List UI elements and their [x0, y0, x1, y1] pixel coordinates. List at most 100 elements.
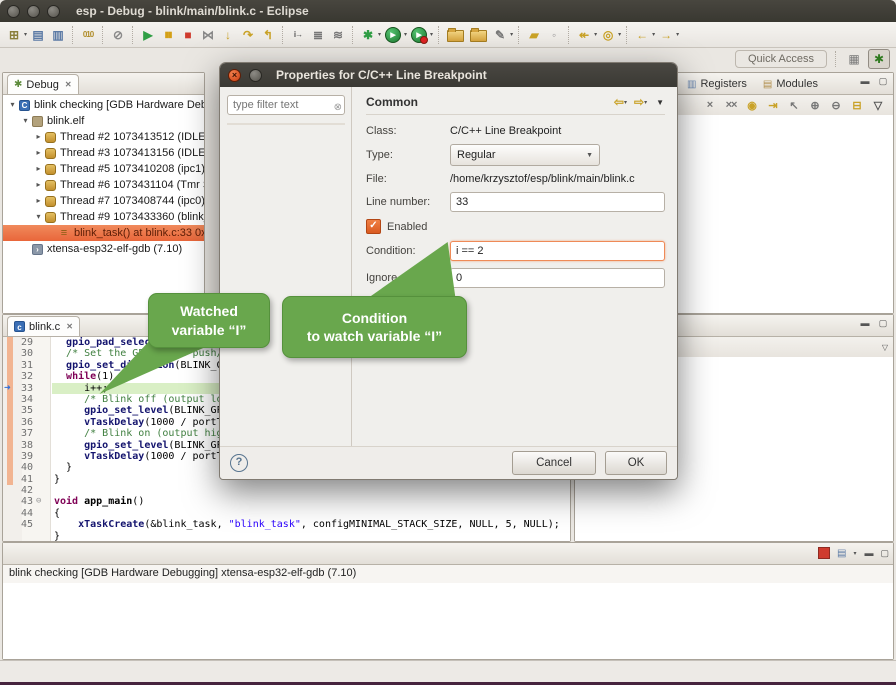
line-number[interactable]: 29: [11, 337, 33, 348]
go-to-file-icon[interactable]: ⇥: [765, 97, 781, 113]
chevron-down-icon[interactable]: ▾: [24, 31, 27, 38]
display-console-icon[interactable]: ▤: [837, 548, 846, 559]
chevron-down-icon[interactable]: ▾: [618, 31, 621, 38]
debug-tree-item[interactable]: ▸Thread #6 1073431104 (Tmr Svc) (Suspend…: [3, 177, 204, 193]
binary-icon[interactable]: 010: [79, 26, 97, 44]
line-number[interactable]: 39: [11, 451, 33, 462]
quick-access-button[interactable]: Quick Access: [735, 50, 827, 68]
line-number[interactable]: 45: [11, 519, 33, 530]
debug-tree-item[interactable]: ▾Thread #9 1073433360 (blink_task :: [3, 209, 204, 225]
forward-icon[interactable]: →: [657, 26, 675, 44]
condition-input[interactable]: [450, 241, 665, 261]
line-number[interactable]: 38: [11, 440, 33, 451]
tree-expander-icon[interactable]: ▸: [33, 177, 44, 193]
line-number[interactable]: 43: [11, 496, 33, 507]
debug-tree-item[interactable]: ▸Thread #3 1073413156 (IDLE) (Suspended): [3, 145, 204, 161]
line-number[interactable]: 42: [11, 485, 33, 496]
show-debug-context-icon[interactable]: ≣: [309, 26, 327, 44]
last-edit-icon[interactable]: ↞: [575, 26, 593, 44]
view-menu-icon[interactable]: ▽: [870, 97, 886, 113]
back-icon[interactable]: ⇦: [614, 95, 624, 109]
remove-all-icon[interactable]: ××: [723, 97, 739, 113]
enabled-checkbox[interactable]: ✓: [366, 219, 381, 234]
forward-icon[interactable]: ⇨: [634, 95, 644, 109]
help-icon[interactable]: ?: [230, 454, 248, 472]
terminate-console-icon[interactable]: [818, 547, 830, 559]
debug-tree-item[interactable]: ▸Thread #2 1073413512 (IDLE : Running): [3, 129, 204, 145]
terminate-icon[interactable]: ■: [179, 26, 197, 44]
tree-expander-icon[interactable]: ▾: [33, 209, 44, 225]
tab-modules[interactable]: ▤Modules: [755, 74, 826, 94]
use-step-filters-icon[interactable]: ≋: [329, 26, 347, 44]
instruction-stepping-icon[interactable]: i→: [289, 26, 307, 44]
line-number[interactable]: 32: [11, 371, 33, 382]
chevron-down-icon[interactable]: ▾: [430, 31, 433, 38]
tree-expander-icon[interactable]: ▸: [33, 161, 44, 177]
ok-button[interactable]: OK: [605, 451, 667, 475]
debug-tree-item[interactable]: ▸Thread #5 1073410208 (ipc1) (Suspended): [3, 161, 204, 177]
profile-icon[interactable]: ▶: [411, 27, 427, 43]
line-number[interactable]: 44: [11, 508, 33, 519]
debug-tree-item[interactable]: ▸Thread #7 1073408744 (ipc0) (Suspended): [3, 193, 204, 209]
tab-registers[interactable]: ▥Registers: [679, 74, 755, 94]
run-icon[interactable]: ▶: [385, 27, 401, 43]
tree-expander-icon[interactable]: ▾: [20, 113, 31, 129]
maximize-view-icon[interactable]: ▢: [877, 318, 889, 329]
save-all-icon[interactable]: ▥: [49, 26, 67, 44]
highlight-icon[interactable]: ▰: [525, 26, 543, 44]
chevron-down-icon[interactable]: ▾: [676, 31, 679, 38]
line-number[interactable]: 30: [11, 348, 33, 359]
chevron-down-icon[interactable]: ▾: [652, 31, 655, 38]
pin-icon[interactable]: ◎: [599, 26, 617, 44]
step-over-icon[interactable]: ↷: [239, 26, 257, 44]
edit-icon[interactable]: ✎: [491, 26, 509, 44]
skip-all-breakpoints-icon[interactable]: ⊘: [109, 26, 127, 44]
window-maximize-button[interactable]: [47, 5, 60, 18]
close-icon[interactable]: ✕: [65, 80, 72, 89]
chevron-down-icon[interactable]: ▾: [404, 31, 407, 38]
open-perspective-icon[interactable]: ▦: [844, 50, 864, 68]
close-icon[interactable]: ✕: [66, 322, 73, 331]
console-output[interactable]: [3, 583, 893, 659]
view-menu-icon[interactable]: ▼: [656, 98, 664, 107]
debug-perspective-icon[interactable]: ✱: [868, 49, 890, 69]
line-number-input[interactable]: [450, 192, 665, 212]
back-icon[interactable]: ←: [633, 26, 651, 44]
view-menu-icon[interactable]: ▽: [882, 343, 888, 352]
window-close-button[interactable]: [7, 5, 20, 18]
select-icon[interactable]: ↖: [786, 97, 802, 113]
line-number[interactable]: 37: [11, 428, 33, 439]
resume-icon[interactable]: ▶: [139, 26, 157, 44]
line-number[interactable]: 36: [11, 417, 33, 428]
new-wizard-icon[interactable]: ⊞: [5, 26, 23, 44]
type-dropdown[interactable]: Regular ▼: [450, 144, 600, 166]
chevron-down-icon[interactable]: ▾: [644, 99, 647, 106]
maximize-view-icon[interactable]: ▢: [877, 76, 889, 87]
show-supported-icon[interactable]: ◉: [744, 97, 760, 113]
step-into-icon[interactable]: ↓: [219, 26, 237, 44]
minimize-view-icon[interactable]: ▬: [859, 76, 871, 87]
clear-filter-icon[interactable]: ⊗: [334, 102, 342, 113]
ignore-count-input[interactable]: [450, 268, 665, 288]
line-number[interactable]: 31: [11, 360, 33, 371]
tab-blink-c[interactable]: c blink.c ✕: [7, 316, 80, 336]
tree-expander-icon[interactable]: ▸: [33, 193, 44, 209]
open-folder-icon[interactable]: [447, 30, 464, 42]
chevron-down-icon[interactable]: ▾: [378, 31, 381, 38]
chevron-down-icon[interactable]: ▾: [594, 31, 597, 38]
chevron-down-icon[interactable]: ▾: [510, 31, 513, 38]
tree-expander-icon[interactable]: ▸: [33, 129, 44, 145]
line-number[interactable]: 34: [11, 394, 33, 405]
line-number[interactable]: 35: [11, 405, 33, 416]
fold-icon[interactable]: ⊖: [36, 496, 41, 507]
tree-expander-icon[interactable]: ▾: [7, 97, 18, 113]
tree-expander-icon[interactable]: ▸: [33, 145, 44, 161]
debug-tree-item[interactable]: ›xtensa-esp32-elf-gdb (7.10): [3, 241, 204, 257]
line-number[interactable]: 40: [11, 462, 33, 473]
debug-icon[interactable]: ✱: [359, 26, 377, 44]
chevron-down-icon[interactable]: ▾: [624, 99, 627, 106]
maximize-view-icon[interactable]: ▢: [880, 548, 889, 559]
debug-tree-item[interactable]: ▾blink.elf: [3, 113, 204, 129]
dialog-minimize-button[interactable]: [249, 69, 262, 82]
line-number[interactable]: 33: [11, 383, 33, 394]
